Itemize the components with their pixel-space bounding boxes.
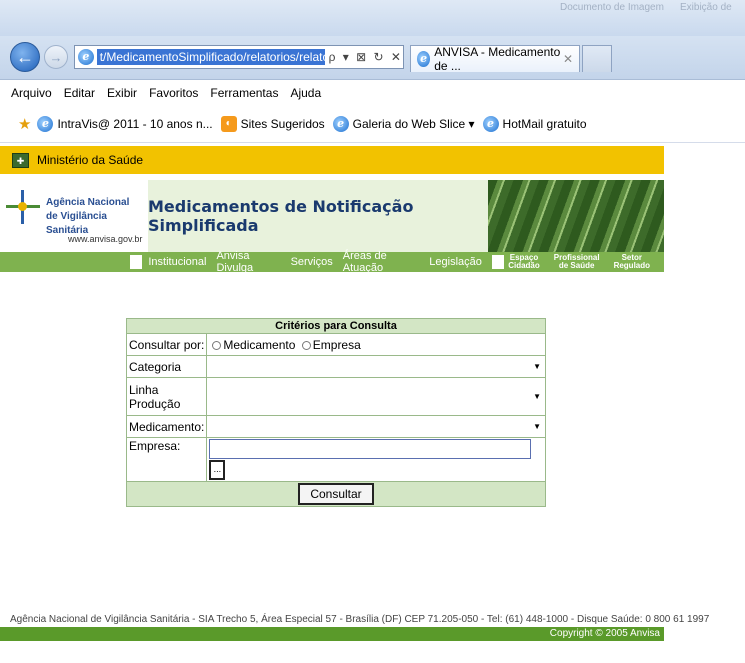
sites-icon: ◐ (220, 115, 237, 132)
ie-icon: e (417, 51, 431, 67)
linha-producao-select[interactable]: ▼ (206, 377, 546, 416)
subnav-espaco-cidadao[interactable]: Espaço Cidadão (508, 254, 540, 270)
site-nav: Institucional Anvisa Divulga Serviços Ár… (0, 250, 664, 274)
menu-editar[interactable]: Editar (64, 86, 95, 100)
footer-copyright: Copyright © 2005 Anvisa (0, 627, 664, 641)
consultar-button[interactable]: Consultar (298, 483, 374, 505)
ie-icon: e (37, 115, 54, 132)
favorite-sites-sugeridos[interactable]: ◐ Sites Sugeridos (220, 115, 325, 132)
favorites-bar: ★ e IntraVis@ 2011 - 10 anos n... ◐ Site… (0, 105, 745, 143)
favorite-hotmail[interactable]: e HotMail gratuito (482, 115, 587, 132)
subnav-setor-regulado[interactable]: Setor Regulado (614, 254, 650, 270)
menu-bar: Arquivo Editar Exibir Favoritos Ferramen… (0, 80, 745, 105)
favorite-label: IntraVis@ 2011 - 10 anos n... (57, 116, 213, 131)
footer-address: Agência Nacional de Vigilância Sanitária… (10, 614, 710, 625)
empresa-input[interactable] (209, 439, 532, 459)
header-title-band: Medicamentos de Notificação Simplificada (148, 180, 488, 252)
address-url[interactable]: t/MedicamentoSimplificado/relatorios/rel… (96, 49, 325, 65)
tab-title: ANVISA - Medicamento de ... (434, 45, 561, 73)
menu-ajuda[interactable]: Ajuda (290, 86, 321, 100)
chevron-down-icon: ▼ (533, 392, 541, 401)
back-arrow-icon[interactable]: ← (10, 42, 40, 72)
address-bar[interactable]: e t/MedicamentoSimplificado/relatorios/r… (74, 45, 404, 69)
linha-producao-label: Linha Produção (125, 377, 208, 416)
ministry-logo-icon: ✚ (12, 152, 29, 168)
empresa-lookup-button[interactable]: ... (209, 460, 226, 480)
nav-arrow-icon (130, 255, 143, 269)
window-title-bar: Documento de Imagem Exibição de (0, 0, 745, 36)
nav-areas-atuacao[interactable]: Áreas de Atuação (343, 250, 420, 274)
favorite-label: Galeria do Web Slice ▾ (352, 116, 475, 131)
page-title: Medicamentos de Notificação Simplificada (148, 197, 414, 235)
consultar-por-options: Medicamento Empresa (206, 333, 546, 356)
nav-servicos[interactable]: Serviços (291, 256, 333, 268)
categoria-label: Categoria (125, 355, 208, 378)
consultar-por-label: Consultar por: (125, 333, 208, 356)
nav-anvisa-divulga[interactable]: Anvisa Divulga (216, 250, 280, 274)
ie-icon: e (78, 49, 94, 65)
keyboard-photo (488, 180, 664, 252)
favorite-label: HotMail gratuito (502, 116, 587, 131)
browser-navigation-bar: ← → e t/MedicamentoSimplificado/relatori… (0, 36, 745, 80)
categoria-select[interactable]: ▼ (206, 355, 546, 378)
anvisa-name: Agência Nacional de Vigilância Sanitária (46, 197, 130, 236)
menu-favoritos[interactable]: Favoritos (149, 86, 198, 100)
form-header: Critérios para Consulta (126, 318, 546, 334)
empresa-label: Empresa: (125, 437, 208, 482)
anvisa-cross-icon (6, 190, 40, 224)
favorite-intravis[interactable]: e IntraVis@ 2011 - 10 anos n... (37, 115, 213, 132)
medicamento-select[interactable]: ▼ (206, 415, 546, 438)
anvisa-logo[interactable]: Agência Nacional de Vigilância Sanitária… (0, 180, 145, 252)
anvisa-url: www.anvisa.gov.br (68, 234, 143, 244)
nav-legislacao[interactable]: Legislação (429, 256, 482, 268)
subnav-profissional-saude[interactable]: Profissional de Saúde (554, 254, 600, 270)
tab-anvisa[interactable]: e ANVISA - Medicamento de ... ✕ (410, 45, 580, 73)
favorites-star-icon[interactable]: ★ (18, 115, 31, 133)
chevron-down-icon: ▼ (533, 362, 541, 371)
medicamento-label: Medicamento: (125, 415, 208, 438)
menu-arquivo[interactable]: Arquivo (11, 86, 52, 100)
radio-empresa-label[interactable]: Empresa (313, 338, 361, 352)
new-tab-button[interactable] (582, 45, 612, 72)
chevron-down-icon: ▼ (533, 422, 541, 431)
close-icon[interactable]: ✕ (563, 52, 573, 66)
menu-exibir[interactable]: Exibir (107, 86, 137, 100)
radio-medicamento[interactable] (212, 340, 222, 350)
address-actions-icon[interactable]: ρ ▾ ⊠ ↻ ✕ (329, 50, 403, 64)
ie-icon: e (332, 115, 349, 132)
site-header: Agência Nacional de Vigilância Sanitária… (0, 180, 664, 252)
blurred-title: Documento de Imagem (560, 2, 664, 13)
forward-arrow-icon[interactable]: → (44, 45, 68, 69)
radio-medicamento-label[interactable]: Medicamento (223, 338, 295, 352)
empresa-cell: ... (206, 437, 546, 482)
radio-empresa[interactable] (301, 340, 311, 350)
subnav-arrow-icon (491, 255, 505, 269)
blurred-title: Exibição de (680, 2, 732, 13)
menu-ferramentas[interactable]: Ferramentas (210, 86, 278, 100)
nav-institucional[interactable]: Institucional (148, 256, 206, 268)
ie-icon: e (482, 115, 499, 132)
favorite-label: Sites Sugeridos (240, 116, 325, 131)
criteria-form: Critérios para Consulta Consultar por: M… (125, 318, 546, 507)
favorite-galeria[interactable]: e Galeria do Web Slice ▾ (332, 115, 475, 132)
ministry-label[interactable]: Ministério da Saúde (37, 153, 143, 167)
ministry-bar: ✚ Ministério da Saúde (0, 146, 664, 174)
form-footer: Consultar (126, 481, 546, 507)
